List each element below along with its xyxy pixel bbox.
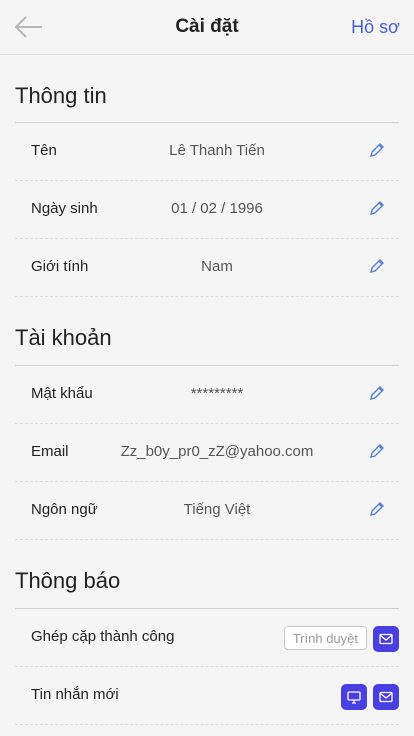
email-toggle[interactable] [373,684,399,710]
pencil-icon[interactable] [369,385,385,401]
setting-row-email[interactable]: Email Zz_b0y_pr0_zZ@yahoo.com [15,424,399,482]
pencil-icon[interactable] [369,258,385,274]
envelope-icon [379,691,393,703]
row-value: 01 / 02 / 1996 [171,200,263,217]
row-label: Tên [31,142,57,159]
row-label: Email [31,443,69,460]
setting-row-birthday[interactable]: Ngày sinh 01 / 02 / 1996 [15,181,399,239]
profile-link[interactable]: Hồ sơ [351,17,400,38]
row-value: ********* [190,385,244,402]
pencil-icon[interactable] [369,200,385,216]
section-title-account: Tài khoản [15,325,112,350]
setting-row-password[interactable]: Mật khẩu ********* [15,366,399,424]
row-label: Tin nhắn mới [31,686,119,703]
setting-row-gender[interactable]: Giới tính Nam [15,239,399,297]
row-value: Zz_b0y_pr0_zZ@yahoo.com [120,443,314,460]
envelope-icon [379,633,393,645]
browser-toggle[interactable]: Trình duyệt [283,626,367,650]
section-title-info: Thông tin [15,83,107,108]
top-bar: Cài đặt Hồ sơ [0,0,414,55]
notify-row-match: Ghép cặp thành công Trình duyệt [15,609,399,667]
row-value: Lê Thanh Tiến [169,142,265,159]
setting-row-language[interactable]: Ngôn ngữ Tiếng Việt [15,482,399,540]
section-title-notifications: Thông báo [15,568,121,593]
row-label: Ghép cặp thành công [31,628,175,645]
row-value: Nam [201,258,233,275]
monitor-icon [347,690,361,704]
notify-row-message: Tin nhắn mới [15,667,399,725]
desktop-toggle[interactable] [341,684,367,710]
pencil-icon[interactable] [369,142,385,158]
email-toggle[interactable] [373,626,399,652]
setting-row-name[interactable]: Tên Lê Thanh Tiến [15,123,399,181]
pencil-icon[interactable] [369,501,385,517]
row-value: Tiếng Việt [183,501,251,518]
pencil-icon[interactable] [369,443,385,459]
